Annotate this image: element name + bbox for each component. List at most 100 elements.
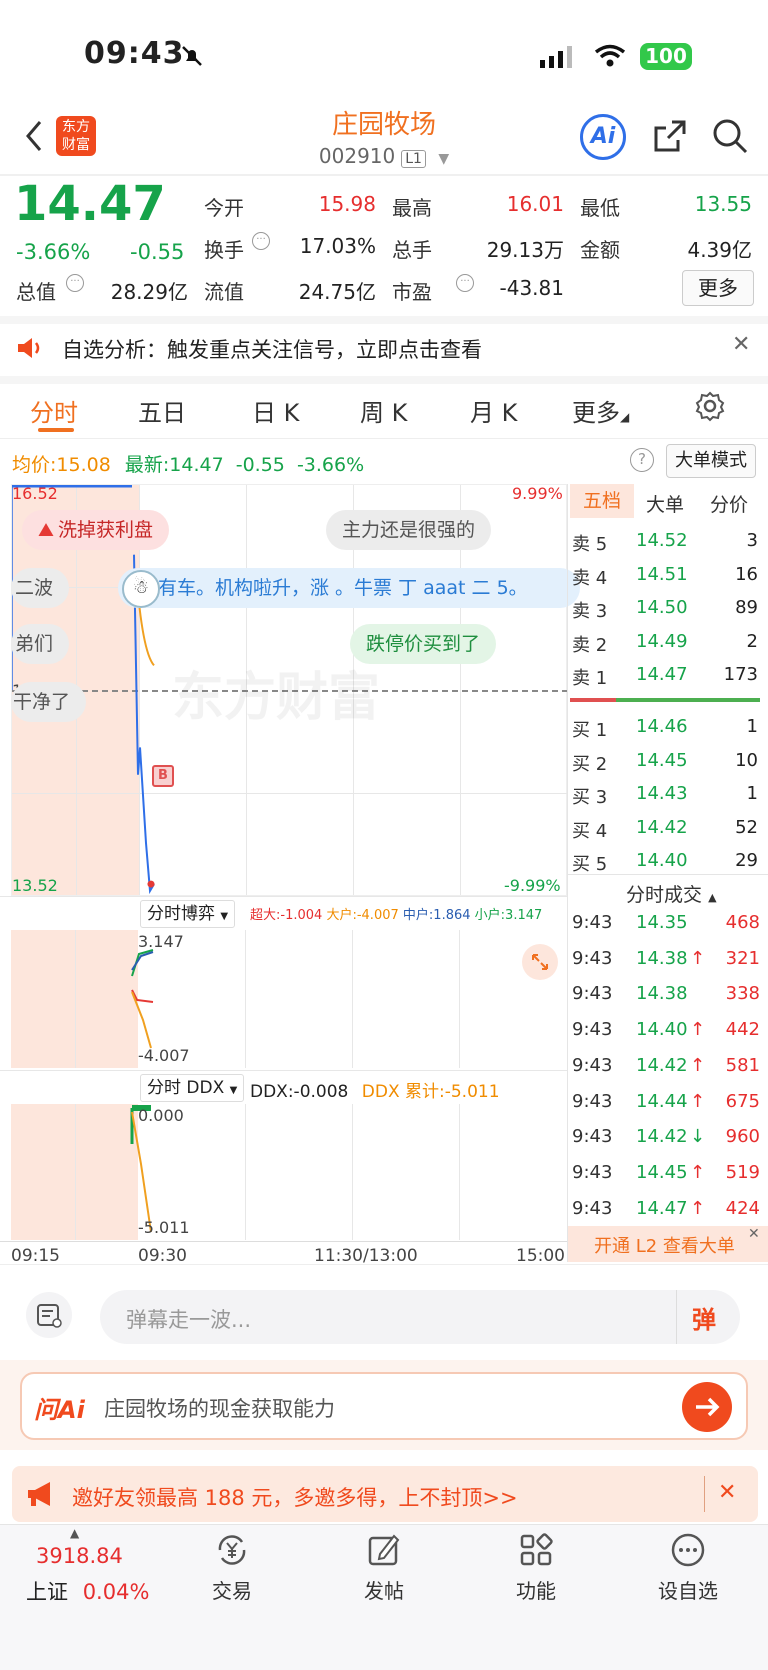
trade-price: 14.45 — [636, 1161, 688, 1183]
sell-level-row[interactable]: 卖 5 14.52 3 — [572, 530, 762, 560]
buy-level-row[interactable]: 买 4 14.42 52 — [572, 817, 762, 847]
danmu-bubble[interactable]: 有车。机构啦升，涨 。牛票 丁 aaat 二 5。 — [118, 568, 580, 608]
nav-functions-label: 功能 — [516, 1579, 556, 1603]
sell-level-row[interactable]: 卖 1 14.47 173 — [572, 664, 762, 694]
avg-label: 均价: — [12, 454, 57, 476]
sub1-chart[interactable] — [11, 930, 567, 1068]
sub2-selector[interactable]: 分时 DDX ▼ — [140, 1074, 245, 1102]
trade-time: 9:43 — [572, 1019, 613, 1041]
danmu-bubble[interactable]: 干净了 — [11, 682, 87, 722]
wifi-icon — [594, 44, 626, 72]
level-volume: 1 — [746, 783, 758, 804]
buy-level-row[interactable]: 买 3 14.43 1 — [572, 783, 762, 813]
tab-intraday[interactable]: 分时 — [30, 393, 78, 428]
l2-cta-text[interactable]: 开通 L2 查看大单 — [594, 1232, 735, 1258]
search-icon[interactable] — [710, 116, 750, 160]
share-icon[interactable] — [650, 116, 690, 160]
close-icon[interactable]: ✕ — [718, 1480, 736, 1505]
index-value[interactable]: 3918.84 — [36, 1544, 123, 1568]
big-order-mode-button[interactable]: 大单模式 — [666, 444, 756, 478]
info-icon[interactable]: ··· — [456, 274, 474, 292]
sell-level-row[interactable]: 卖 3 14.50 89 — [572, 597, 762, 627]
tab-five-levels[interactable]: 五档 — [570, 484, 634, 518]
nav-functions[interactable]: 功能 — [476, 1530, 596, 1604]
settings-gear-icon[interactable] — [694, 390, 726, 426]
arrow-right-icon[interactable] — [682, 1382, 732, 1432]
danmu-bubble[interactable]: 二波 — [11, 568, 70, 608]
sell-ratio-bar — [570, 698, 616, 702]
info-icon[interactable]: ··· — [66, 274, 84, 292]
level-price: 14.51 — [636, 563, 688, 585]
float-cap-label: 流值 — [204, 280, 244, 304]
danmu-bubble[interactable]: 弟们 — [11, 624, 70, 664]
pe-label: 市盈 — [392, 280, 432, 304]
danmu-bubble[interactable]: 跌停价买到了 — [350, 624, 497, 664]
tab-daily-k[interactable]: 日 K — [252, 393, 299, 428]
tab-big-orders[interactable]: 大单 — [646, 490, 684, 517]
more-button[interactable]: 更多 — [682, 270, 754, 306]
trade-price: 14.47 — [636, 1197, 688, 1219]
buy-level-row[interactable]: 买 2 14.45 10 — [572, 750, 762, 780]
ai-button[interactable]: Ai — [580, 114, 626, 160]
legend-value: -1.004 — [280, 908, 323, 923]
sub1-bottom-label: -4.007 — [138, 1046, 190, 1065]
tab-underline — [38, 428, 74, 432]
sub1-selector[interactable]: 分时博弈 ▼ — [140, 900, 236, 928]
close-icon[interactable]: ✕ — [732, 332, 750, 357]
trade-direction-icon: ↑ — [690, 1090, 706, 1112]
buy-marker[interactable]: B — [152, 765, 174, 787]
tab-monthly-k[interactable]: 月 K — [470, 393, 517, 428]
sub2-chart[interactable] — [11, 1104, 567, 1240]
danmu-bubble[interactable]: 主力还是很强的 — [326, 510, 492, 550]
volume-label: 总手 — [392, 238, 432, 262]
nav-post[interactable]: 发帖 — [324, 1530, 444, 1604]
buy-level-row[interactable]: 买 1 14.46 1 — [572, 716, 762, 746]
chevron-down-icon: ▼ — [220, 911, 229, 922]
trades-header[interactable]: 分时成交 ▲ — [626, 880, 717, 907]
note-icon[interactable] — [26, 1292, 72, 1338]
sub1-legend: 超大:-1.004 大户:-4.007 中户:1.864 小户:3.147 — [250, 904, 542, 923]
grid-icon — [520, 1533, 553, 1566]
level-label: 卖 3 — [572, 601, 608, 622]
turnover-label: 换手 — [204, 238, 244, 262]
divider — [704, 1476, 705, 1512]
index-row[interactable]: 上证 0.04% — [26, 1576, 149, 1606]
sell-level-row[interactable]: 卖 2 14.49 2 — [572, 631, 762, 661]
danmu-bubble[interactable]: ⛰ 洗掉获利盘 — [22, 510, 169, 550]
trade-price: 14.44 — [636, 1090, 688, 1112]
level-label: 卖 1 — [572, 668, 608, 689]
level-price: 14.50 — [636, 597, 688, 618]
nav-trade[interactable]: 交易 — [172, 1530, 292, 1604]
trade-volume: 424 — [725, 1197, 760, 1219]
sub1-lines-svg — [131, 949, 154, 1049]
sell-level-row[interactable]: 卖 4 14.51 16 — [572, 564, 762, 594]
trade-direction-icon: ↑ — [690, 1019, 706, 1041]
level-volume: 1 — [746, 716, 758, 737]
trade-volume: 442 — [725, 1019, 760, 1041]
info-icon[interactable]: ··· — [252, 232, 270, 250]
level-volume: 2 — [746, 630, 758, 652]
danmu-placeholder: 弹幕走一波... — [126, 1308, 252, 1332]
level-price: 14.42 — [636, 816, 688, 838]
buy-level-row[interactable]: 买 5 14.40 29 — [572, 850, 762, 880]
level-price: 14.47 — [636, 664, 688, 685]
legend-value: 1.864 — [433, 908, 471, 923]
promo-text[interactable]: 邀好友领最高 188 元，多邀多得，上不封顶>> — [72, 1482, 518, 1512]
level-volume: 3 — [746, 530, 758, 551]
caret-up-icon: ▲ — [708, 891, 717, 904]
level-volume: 89 — [735, 597, 758, 618]
tab-more[interactable]: 更多◢ — [572, 393, 629, 428]
help-icon[interactable]: ? — [630, 448, 654, 472]
expand-icon[interactable] — [522, 944, 558, 980]
level-label: 买 4 — [572, 820, 608, 842]
close-icon[interactable]: ✕ — [748, 1226, 760, 1242]
trade-direction-icon: ↑ — [690, 1197, 706, 1219]
tab-price-dist[interactable]: 分价 — [710, 490, 748, 517]
nav-add-watchlist[interactable]: 设自选 — [628, 1530, 748, 1604]
danmu-toggle[interactable]: 弹 — [692, 1300, 716, 1335]
tab-five-day[interactable]: 五日 — [138, 393, 186, 428]
x-label: 09:15 — [11, 1246, 60, 1266]
tab-weekly-k[interactable]: 周 K — [360, 393, 407, 428]
avatar: ☃ — [122, 570, 160, 608]
trade-time: 9:43 — [572, 1090, 613, 1112]
